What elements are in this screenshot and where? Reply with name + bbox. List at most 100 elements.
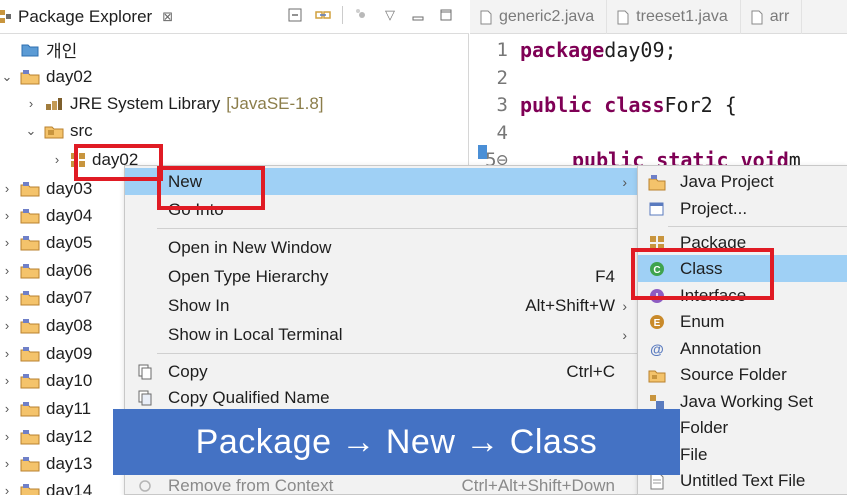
source-folder-icon [44, 126, 64, 138]
tree-item-day07[interactable]: › day07 [0, 284, 93, 311]
menu-item-label: Untitled Text File [680, 470, 806, 490]
menu-item-copy[interactable]: Copy Ctrl+C [125, 358, 639, 385]
submenu-item-java-project[interactable]: Java Project [638, 168, 847, 195]
editor-tab-label: treeset1.java [636, 8, 728, 25]
chevron-right-icon[interactable]: › [0, 346, 14, 361]
copy-qualified-icon [138, 390, 152, 405]
tree-item-day10[interactable]: › day10 [0, 367, 93, 394]
chevron-down-icon[interactable]: ⌄ [24, 123, 38, 139]
menu-item-label: Folder [680, 417, 729, 437]
tree-item-personal[interactable]: 개인 [20, 36, 77, 63]
view-menu-icon[interactable]: ▽ [381, 6, 399, 24]
view-toolbar: ▽ [286, 6, 455, 24]
java-file-icon [617, 10, 629, 24]
code-line: 2 [470, 64, 520, 92]
tree-item-label: day14 [46, 480, 93, 495]
chevron-right-icon[interactable]: › [0, 373, 14, 388]
menu-item-remove-from-context[interactable]: Remove from Context Ctrl+Alt+Shift+Down [125, 472, 639, 495]
tree-item-day06[interactable]: › day06 [0, 257, 93, 284]
tree-item-label: day02 [46, 66, 93, 86]
close-view-icon[interactable]: ⊠ [162, 9, 173, 25]
menu-item-show-in[interactable]: Show In Alt+Shift+W › [125, 292, 639, 319]
collapse-all-icon[interactable] [286, 6, 304, 24]
toolbar-separator [342, 6, 343, 24]
highlight-box-new [157, 166, 265, 210]
highlight-box-package [74, 144, 163, 181]
package-explorer-title: Package Explorer [18, 7, 153, 26]
project-icon [20, 429, 40, 444]
package-explorer-tab[interactable]: Package Explorer ⊠ [0, 5, 173, 29]
tree-item-day11[interactable]: › day11 [0, 395, 91, 422]
tree-item-day12[interactable]: › day12 [0, 423, 93, 450]
menu-item-show-local-terminal[interactable]: Show in Local Terminal › [125, 321, 639, 348]
focus-icon[interactable] [353, 6, 371, 24]
menu-item-open-type-hierarchy[interactable]: Open Type Hierarchy F4 [125, 263, 639, 290]
chevron-right-icon[interactable]: › [0, 208, 14, 223]
tree-item-day05[interactable]: › day05 [0, 229, 93, 256]
tree-item-label: src [70, 120, 93, 140]
tree-item-day09[interactable]: › day09 [0, 340, 93, 367]
tree-item-day08[interactable]: › day08 [0, 312, 93, 339]
java-project-icon [648, 174, 666, 190]
editor-tab[interactable]: arr [741, 0, 803, 34]
submenu-arrow-icon: › [622, 173, 627, 190]
tree-item-day14[interactable]: › day14 [0, 477, 92, 495]
menu-separator [668, 226, 847, 227]
chevron-right-icon[interactable]: › [0, 401, 14, 416]
tree-item-label: day08 [46, 315, 93, 335]
code-line: 4 [470, 119, 520, 147]
submenu-item-enum[interactable]: E Enum [638, 308, 847, 335]
editor-tabbar: generic2.java treeset1.java arr [470, 0, 847, 34]
tree-item-label: day12 [46, 426, 93, 446]
tree-item-label: day07 [46, 287, 93, 307]
chevron-right-icon[interactable]: › [50, 152, 64, 167]
chevron-right-icon[interactable]: › [0, 318, 14, 333]
submenu-item-project[interactable]: Project... [638, 195, 847, 222]
chevron-right-icon[interactable]: › [0, 483, 14, 495]
tree-item-day02-project[interactable]: ⌄ day02 [0, 63, 93, 90]
chevron-right-icon[interactable]: › [0, 181, 14, 196]
highlight-box-class [631, 248, 774, 300]
library-icon [46, 97, 62, 110]
chevron-right-icon[interactable]: › [0, 290, 14, 305]
chevron-right-icon[interactable]: › [0, 263, 14, 278]
chevron-right-icon[interactable]: › [24, 96, 38, 111]
minimize-icon[interactable] [409, 6, 427, 24]
jre-version-label: [JavaSE-1.8] [226, 93, 324, 113]
tree-item-day04[interactable]: › day04 [0, 202, 93, 229]
project-wizard-icon [649, 202, 664, 215]
submenu-item-annotation[interactable]: @ Annotation [638, 335, 847, 362]
editor-tab[interactable]: treeset1.java [607, 0, 741, 34]
maximize-icon[interactable] [437, 6, 455, 24]
tree-item-jre-library[interactable]: › JRE System Library [JavaSE-1.8] [24, 90, 324, 117]
project-icon [20, 181, 40, 196]
menu-item-shortcut: Alt+Shift+W [525, 295, 615, 315]
menu-item-label: Source Folder [680, 364, 787, 384]
chevron-right-icon[interactable]: › [0, 456, 14, 471]
editor-tab-label: generic2.java [499, 8, 595, 25]
submenu-item-source-folder[interactable]: Source Folder [638, 361, 847, 388]
tree-item-day13[interactable]: › day13 [0, 450, 93, 477]
tree-item-src[interactable]: ⌄ src [24, 117, 93, 144]
tree-item-label: day06 [46, 260, 93, 280]
working-set-icon [650, 394, 664, 409]
tree-item-label: day13 [46, 453, 93, 473]
svg-text:@: @ [650, 341, 664, 357]
menu-item-label: Java Project [680, 171, 774, 191]
chevron-right-icon[interactable]: › [0, 429, 14, 444]
code-line: 3 public class For2 { [470, 91, 737, 119]
menu-item-copy-qualified-name[interactable]: Copy Qualified Name [125, 384, 639, 411]
line-number: 3 [496, 94, 508, 116]
copy-icon [138, 364, 152, 379]
new-annotation-icon: @ [650, 341, 664, 357]
menu-item-shortcut: Ctrl+C [566, 361, 615, 381]
menu-item-open-new-window[interactable]: Open in New Window [125, 234, 639, 261]
menu-item-label: Annotation [680, 338, 762, 358]
code-line: 1 package day09; [470, 36, 677, 64]
link-editor-icon[interactable] [314, 6, 332, 24]
menu-separator [157, 353, 639, 354]
menu-item-label: Open Type Hierarchy [168, 266, 329, 286]
editor-tab[interactable]: generic2.java [470, 0, 608, 34]
chevron-down-icon[interactable]: ⌄ [0, 69, 14, 85]
chevron-right-icon[interactable]: › [0, 235, 14, 250]
